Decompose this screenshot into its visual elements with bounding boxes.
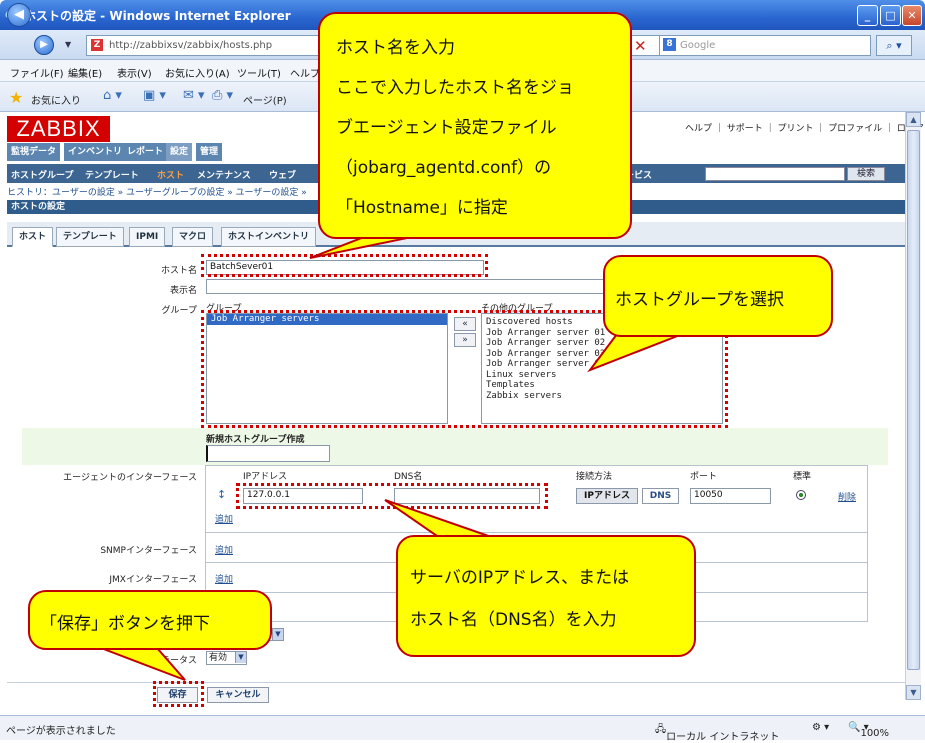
callout-line: ホスト名を入力 (336, 38, 455, 58)
callout-line: ホスト名（DNS名）を入力 (410, 610, 617, 630)
hostname-callout: ホスト名を入力 ここで入力したホスト名をジョ ブエージェント設定ファイル （jo… (318, 12, 632, 239)
ip-callout: サーバのIPアドレス、または ホスト名（DNS名）を入力 (396, 535, 696, 657)
callout-line: 「保存」ボタンを押下 (40, 614, 210, 634)
save-callout: 「保存」ボタンを押下 (28, 590, 272, 650)
callout-line: ここで入力したホスト名をジョ (336, 78, 574, 98)
callout-line: サーバのIPアドレス、または (410, 568, 630, 588)
callout-line: ブエージェント設定ファイル (336, 118, 557, 138)
callout-line: 「Hostname」に指定 (336, 198, 508, 218)
callout-line: ホストグループを選択 (615, 290, 784, 310)
group-callout: ホストグループを選択 (603, 255, 833, 337)
callout-line: （jobarg_agentd.conf）の (336, 158, 552, 178)
